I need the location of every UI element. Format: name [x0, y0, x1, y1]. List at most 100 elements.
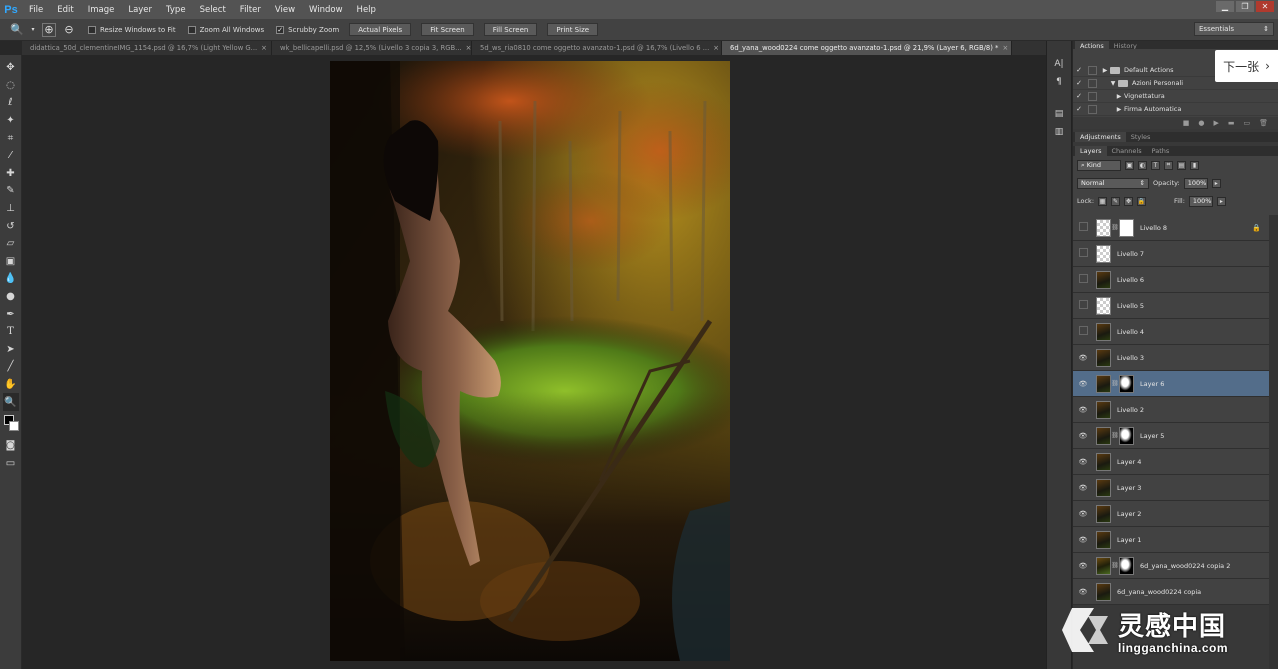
- eye-icon[interactable]: 👁: [1073, 562, 1093, 570]
- opacity-input[interactable]: 100%: [1183, 177, 1208, 189]
- document-tab[interactable]: 6d_yana_wood0224 come oggetto avanzato-1…: [722, 41, 1012, 55]
- layer-thumbnail[interactable]: [1096, 270, 1111, 289]
- visibility-toggle[interactable]: [1073, 274, 1093, 285]
- visibility-toggle[interactable]: [1073, 326, 1093, 337]
- panel-tab-paths[interactable]: Paths: [1147, 147, 1175, 155]
- menu-filter[interactable]: Filter: [233, 5, 268, 15]
- layer-row[interactable]: 👁 ⛓ 6d_yana_wood0224 copia 2: [1073, 553, 1269, 579]
- eraser-tool-icon[interactable]: ▱: [3, 235, 19, 253]
- eye-icon[interactable]: 👁: [1073, 484, 1093, 492]
- quick-mask-icon[interactable]: ◙: [3, 437, 19, 455]
- layer-thumbnail[interactable]: [1096, 322, 1111, 341]
- line-tool-icon[interactable]: ╱: [3, 358, 19, 376]
- panel-tab-channels[interactable]: Channels: [1107, 147, 1147, 155]
- dodge-tool-icon[interactable]: ●: [3, 288, 19, 306]
- filter-toggle-icon[interactable]: ▮: [1190, 160, 1199, 170]
- close-tab-icon[interactable]: ×: [713, 44, 719, 52]
- filter-pixel-icon[interactable]: ▣: [1125, 160, 1134, 170]
- layer-row[interactable]: 👁 Livello 2: [1073, 397, 1269, 423]
- panel-tab-styles[interactable]: Styles: [1126, 133, 1156, 141]
- lock-position-icon[interactable]: ✥: [1124, 196, 1134, 206]
- filter-smart-object-icon[interactable]: ▤: [1177, 160, 1186, 170]
- layer-row[interactable]: 👁 ⛓ Layer 6: [1073, 371, 1269, 397]
- layer-row[interactable]: 👁 ⛓ Layer 5: [1073, 423, 1269, 449]
- move-tool-icon[interactable]: ✥: [3, 59, 19, 77]
- checkmark-icon[interactable]: ✓: [1073, 92, 1085, 100]
- layer-row[interactable]: Livello 7: [1073, 241, 1269, 267]
- color-swatches[interactable]: [3, 414, 19, 433]
- filter-type-icon[interactable]: T: [1151, 160, 1160, 170]
- eye-icon[interactable]: 👁: [1073, 432, 1093, 440]
- eye-icon[interactable]: 👁: [1073, 536, 1093, 544]
- chevron-down-icon[interactable]: ▸: [1211, 178, 1221, 188]
- layer-row[interactable]: Livello 4: [1073, 319, 1269, 345]
- menu-view[interactable]: View: [268, 5, 302, 15]
- crop-tool-icon[interactable]: ⌗: [3, 129, 19, 147]
- layer-thumbnail[interactable]: [1096, 244, 1111, 263]
- action-item[interactable]: ✓ ▶ Vignettatura: [1073, 90, 1278, 103]
- document-tab[interactable]: 5d_ws_ria0810 come oggetto avanzato-1.ps…: [472, 41, 722, 55]
- layer-mask-thumbnail[interactable]: [1119, 374, 1134, 393]
- dialog-toggle[interactable]: [1088, 78, 1097, 88]
- link-icon[interactable]: ⛓: [1111, 380, 1119, 387]
- chevron-right-icon[interactable]: ▶: [1100, 67, 1110, 74]
- checkmark-icon[interactable]: ✓: [1073, 105, 1085, 113]
- layer-thumbnail[interactable]: [1096, 218, 1111, 237]
- hand-tool-icon[interactable]: ✋: [3, 376, 19, 394]
- layer-row[interactable]: 👁 Livello 3: [1073, 345, 1269, 371]
- chevron-down-icon[interactable]: ▼: [1108, 80, 1118, 87]
- restore-button[interactable]: ❐: [1236, 1, 1254, 12]
- eye-icon[interactable]: 👁: [1073, 354, 1093, 362]
- layer-thumbnail[interactable]: [1096, 426, 1111, 445]
- resize-windows-checkbox[interactable]: Resize Windows to Fit: [88, 25, 176, 34]
- menu-select[interactable]: Select: [193, 5, 233, 15]
- lock-transparent-icon[interactable]: ▦: [1098, 196, 1108, 206]
- visibility-toggle[interactable]: [1073, 222, 1093, 233]
- checkmark-icon[interactable]: ✓: [1073, 66, 1085, 74]
- link-icon[interactable]: ⛓: [1111, 224, 1119, 231]
- lasso-tool-icon[interactable]: ℓ: [3, 94, 19, 112]
- new-set-icon[interactable]: ▬: [1228, 119, 1235, 127]
- lock-image-icon[interactable]: ✎: [1111, 196, 1121, 206]
- filter-adjustment-icon[interactable]: ◐: [1138, 160, 1147, 170]
- link-icon[interactable]: ⛓: [1111, 562, 1119, 569]
- panel-tab-layers[interactable]: Layers: [1075, 146, 1107, 156]
- zoom-tool-icon[interactable]: 🔍: [2, 393, 19, 411]
- eye-icon[interactable]: 👁: [1073, 588, 1093, 596]
- next-image-button[interactable]: 下一张 ›: [1215, 50, 1278, 82]
- zoom-out-icon[interactable]: ⊖: [62, 23, 76, 37]
- visibility-toggle[interactable]: [1073, 300, 1093, 311]
- close-tab-icon[interactable]: ×: [261, 44, 267, 52]
- layer-row[interactable]: 👁 Layer 1: [1073, 527, 1269, 553]
- menu-type[interactable]: Type: [159, 5, 193, 15]
- layer-mask-thumbnail[interactable]: [1119, 426, 1134, 445]
- layer-thumbnail[interactable]: [1096, 504, 1111, 523]
- gradient-tool-icon[interactable]: ▣: [3, 253, 19, 271]
- layer-filter-select[interactable]: ⌕ Kind: [1077, 159, 1121, 171]
- minimize-button[interactable]: ▁: [1216, 1, 1234, 12]
- document-tab[interactable]: didattica_50d_clementineIMG_1154.psd @ 1…: [22, 41, 272, 55]
- menu-image[interactable]: Image: [81, 5, 122, 15]
- layer-thumbnail[interactable]: [1096, 452, 1111, 471]
- layer-row[interactable]: 👁 Layer 2: [1073, 501, 1269, 527]
- layer-thumbnail[interactable]: [1096, 348, 1111, 367]
- print-size-button[interactable]: Print Size: [547, 23, 599, 36]
- layer-mask-thumbnail[interactable]: [1119, 556, 1134, 575]
- type-tool-icon[interactable]: T: [3, 323, 19, 341]
- menu-file[interactable]: File: [22, 5, 50, 15]
- marquee-tool-icon[interactable]: ◌: [3, 77, 19, 95]
- layer-thumbnail[interactable]: [1096, 296, 1111, 315]
- character-panel-icon[interactable]: A|: [1052, 57, 1066, 71]
- panel-tab-adjustments[interactable]: Adjustments: [1075, 132, 1126, 142]
- magic-wand-tool-icon[interactable]: ✦: [3, 112, 19, 130]
- dialog-toggle[interactable]: [1088, 91, 1097, 101]
- fill-screen-button[interactable]: Fill Screen: [483, 23, 538, 36]
- clone-stamp-tool-icon[interactable]: ⊥: [3, 200, 19, 218]
- document-canvas[interactable]: [330, 61, 730, 661]
- layer-mask-thumbnail[interactable]: [1119, 218, 1134, 237]
- visibility-toggle[interactable]: [1073, 248, 1093, 259]
- checkmark-icon[interactable]: ✓: [1073, 79, 1085, 87]
- chevron-down-icon[interactable]: ▸: [1216, 196, 1226, 206]
- blur-tool-icon[interactable]: 💧: [3, 270, 19, 288]
- link-icon[interactable]: ⛓: [1111, 432, 1119, 439]
